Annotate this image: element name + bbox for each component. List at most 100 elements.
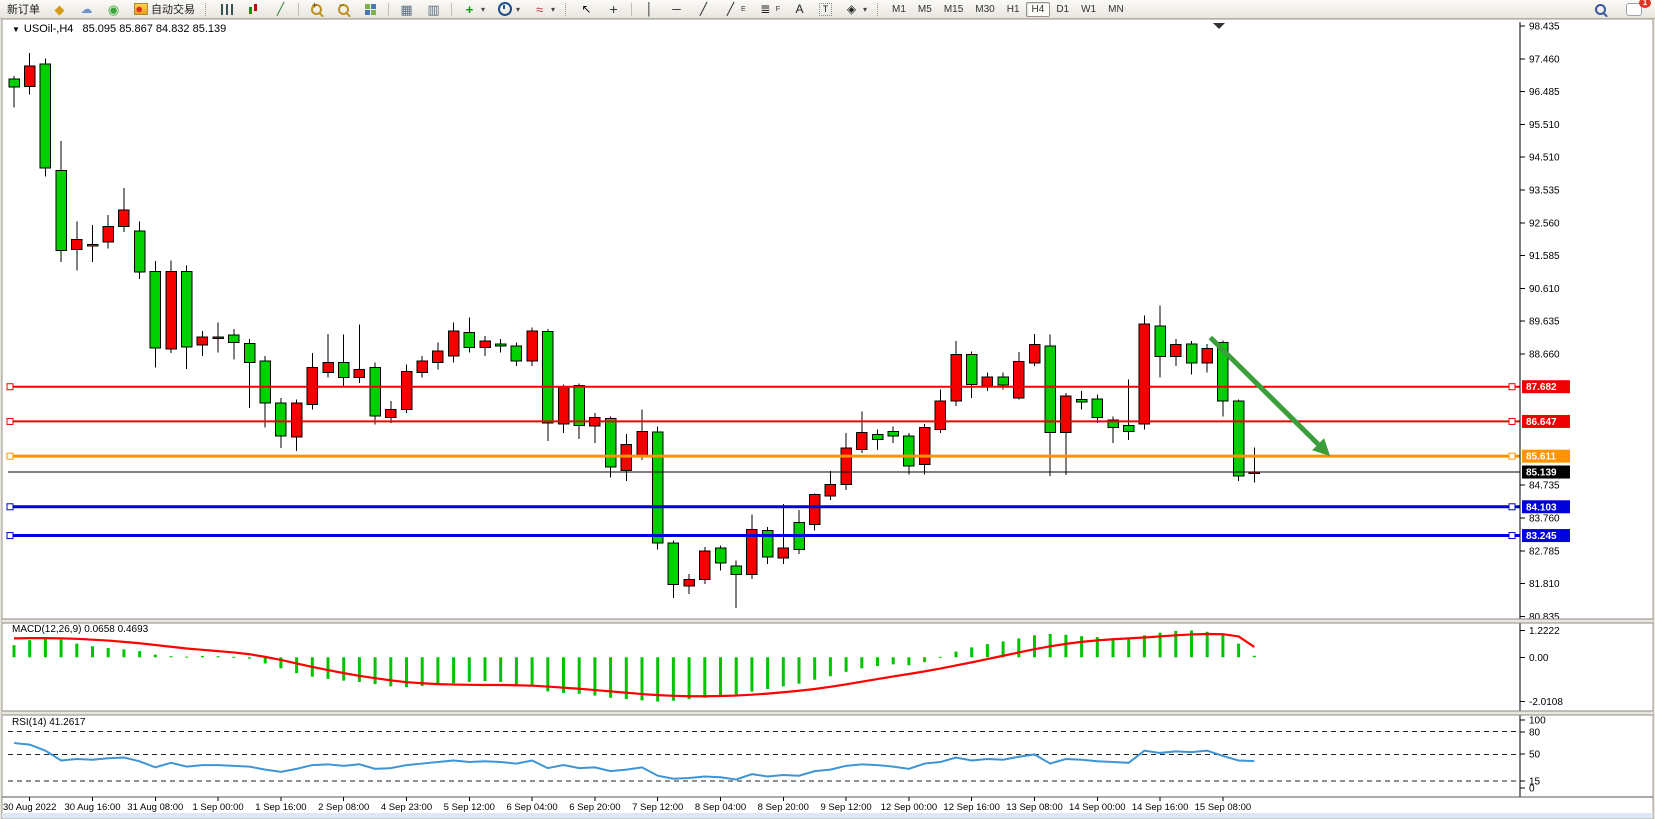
chart-window <box>2 19 1653 819</box>
fibonacci-button[interactable]: ≣F <box>753 0 785 19</box>
notification-badge: 1 <box>1639 0 1651 8</box>
hline-button[interactable]: ─ <box>664 0 689 19</box>
timeframe-M15[interactable]: M15 <box>938 2 969 17</box>
bottom-strip <box>2 813 1653 818</box>
macd-histogram-bar <box>201 656 204 657</box>
timeframe-D1[interactable]: D1 <box>1050 2 1075 17</box>
line-handle[interactable] <box>1509 453 1515 459</box>
candle-body <box>386 410 397 418</box>
macd-histogram-bar <box>798 657 801 683</box>
text-label-button[interactable]: T <box>814 1 837 18</box>
price-axis-label: 95.510 <box>1529 120 1560 131</box>
arrange-icon-2: ▥ <box>426 2 441 17</box>
timeframe-MN[interactable]: MN <box>1102 2 1130 17</box>
candle-body <box>1202 349 1213 363</box>
line-handle[interactable] <box>7 453 13 459</box>
candle-body <box>401 372 412 410</box>
timeframe-W1[interactable]: W1 <box>1075 2 1102 17</box>
template-button[interactable]: ≈▾ <box>527 0 560 19</box>
macd-histogram-bar <box>452 657 455 683</box>
bar-chart-icon <box>221 4 233 15</box>
channel-button[interactable]: ╱E <box>718 0 751 19</box>
time-axis-label: 5 Sep 12:00 <box>444 802 495 813</box>
text-button[interactable]: A <box>787 0 812 19</box>
candle-body <box>119 210 129 226</box>
trendline-button[interactable]: ╱ <box>691 0 716 19</box>
price-axis-label: 92.560 <box>1529 218 1560 229</box>
signal-button[interactable]: ◉ <box>101 0 126 19</box>
line-handle[interactable] <box>7 533 13 539</box>
macd-histogram-bar <box>907 657 910 665</box>
candle-body <box>904 436 915 466</box>
period-button[interactable]: ▾ <box>492 0 525 19</box>
new-order-button[interactable]: 新订单 <box>2 0 45 19</box>
timeframe-M5[interactable]: M5 <box>912 2 938 17</box>
timeframe-M1[interactable]: M1 <box>886 2 912 17</box>
macd-histogram-bar <box>688 657 691 699</box>
toolbar-grip[interactable] <box>565 3 569 16</box>
macd-histogram-bar <box>1206 632 1209 658</box>
auto-trading-button[interactable]: 自动交易 <box>128 0 200 19</box>
pane-splitter[interactable] <box>2 619 1653 623</box>
line-handle[interactable] <box>1509 504 1515 510</box>
candlestick-chart-button[interactable] <box>241 0 266 19</box>
line-handle[interactable] <box>1509 533 1515 539</box>
line-handle[interactable] <box>7 384 13 390</box>
macd-histogram-bar <box>217 656 220 657</box>
search-button[interactable] <box>1588 0 1613 19</box>
macd-histogram-bar <box>986 644 989 657</box>
arrange-icon-1: ▦ <box>399 2 414 17</box>
line-handle[interactable] <box>1509 384 1515 390</box>
rsi-axis-label: 50 <box>1529 750 1541 761</box>
line-handle[interactable] <box>7 504 13 510</box>
toolbar-grip[interactable] <box>205 3 209 16</box>
pane-splitter[interactable] <box>2 711 1653 715</box>
notifications-button[interactable]: 1 <box>1621 1 1647 18</box>
macd-histogram-bar <box>436 657 439 685</box>
zoom-out-button[interactable]: − <box>331 0 356 19</box>
price-line-badge-label: 84.103 <box>1526 502 1557 513</box>
chart-canvas[interactable]: 98.43597.46096.48595.51094.51093.53592.5… <box>0 0 1655 819</box>
arrange-button-1[interactable]: ▦ <box>394 0 419 19</box>
macd-histogram-bar <box>1064 635 1067 657</box>
zoom-in-button[interactable]: + <box>304 0 329 19</box>
line-handle[interactable] <box>1509 418 1515 424</box>
price-axis-label: 96.485 <box>1529 87 1560 98</box>
timeframe-H4[interactable]: H4 <box>1026 2 1051 17</box>
gold-order-icon[interactable]: ◆ <box>47 0 72 19</box>
macd-histogram-bar <box>1112 638 1115 657</box>
community-button[interactable]: ☁ <box>74 0 99 19</box>
vline-button[interactable]: │ <box>637 0 662 19</box>
timeframe-M30[interactable]: M30 <box>969 2 1000 17</box>
price-axis-label: 93.535 <box>1529 186 1560 197</box>
time-axis-label: 9 Sep 12:00 <box>820 802 871 813</box>
cursor-button[interactable]: ↖ <box>574 0 599 19</box>
candle-body <box>417 361 428 373</box>
macd-histogram-bar <box>468 657 471 682</box>
line-chart-button[interactable]: ╱ <box>268 0 293 19</box>
indicator-wave-icon: ≈ <box>532 2 547 17</box>
candle-body <box>731 566 742 574</box>
arrange-button-2[interactable]: ▥ <box>421 0 446 19</box>
zoom-out-icon: − <box>338 4 349 15</box>
shapes-button[interactable]: ◈▾ <box>839 0 872 19</box>
macd-histogram-bar <box>970 647 973 657</box>
add-indicator-button[interactable]: +▾ <box>457 0 490 19</box>
bar-chart-button[interactable] <box>214 0 239 19</box>
line-handle[interactable] <box>7 418 13 424</box>
macd-histogram-bar <box>939 657 942 658</box>
macd-histogram-bar <box>782 657 785 686</box>
candle-body <box>166 272 177 349</box>
macd-histogram-bar <box>1080 636 1083 657</box>
macd-histogram-bar <box>672 657 675 700</box>
candle-body <box>511 346 522 361</box>
chart-title-caret-icon[interactable]: ▼ <box>12 25 20 34</box>
candle-body <box>966 355 977 385</box>
candle-body <box>637 431 648 454</box>
tile-windows-button[interactable] <box>358 0 383 19</box>
candle-body <box>72 240 83 250</box>
crosshair-button[interactable]: + <box>601 0 626 19</box>
timeframe-H1[interactable]: H1 <box>1001 2 1026 17</box>
toolbar-grip[interactable] <box>877 3 881 16</box>
macd-axis-label: 0.00 <box>1529 653 1549 664</box>
